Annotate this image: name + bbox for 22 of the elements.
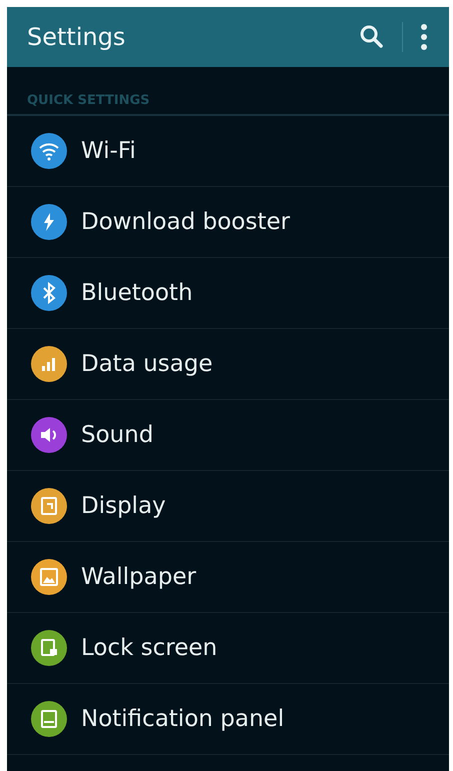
settings-item[interactable]: Sound (7, 400, 449, 471)
settings-item-label: Display (81, 493, 166, 519)
settings-item-label: Lock screen (81, 635, 218, 661)
search-icon[interactable] (358, 23, 386, 51)
settings-item[interactable]: Bluetooth (7, 258, 449, 329)
settings-item[interactable]: Download booster (7, 187, 449, 258)
settings-item-label: Data usage (81, 351, 213, 377)
settings-item[interactable]: Lock screen (7, 613, 449, 684)
screen-title: Settings (27, 23, 126, 51)
settings-item[interactable]: Data usage (7, 329, 449, 400)
settings-item[interactable]: Wi-Fi (7, 116, 449, 187)
section-header: QUICK SETTINGS (7, 67, 449, 116)
settings-item-label: Wallpaper (81, 564, 196, 590)
more-options-icon[interactable] (419, 22, 429, 52)
settings-item-label: Notification panel (81, 706, 284, 732)
settings-item-label: Bluetooth (81, 280, 193, 306)
settings-item[interactable]: Wallpaper (7, 542, 449, 613)
settings-item-label: Download booster (81, 209, 290, 235)
settings-item-label: Sound (81, 422, 154, 448)
settings-item-label: Wi-Fi (81, 138, 136, 164)
settings-item[interactable]: Display (7, 471, 449, 542)
settings-item[interactable]: Notification panel (7, 684, 449, 755)
